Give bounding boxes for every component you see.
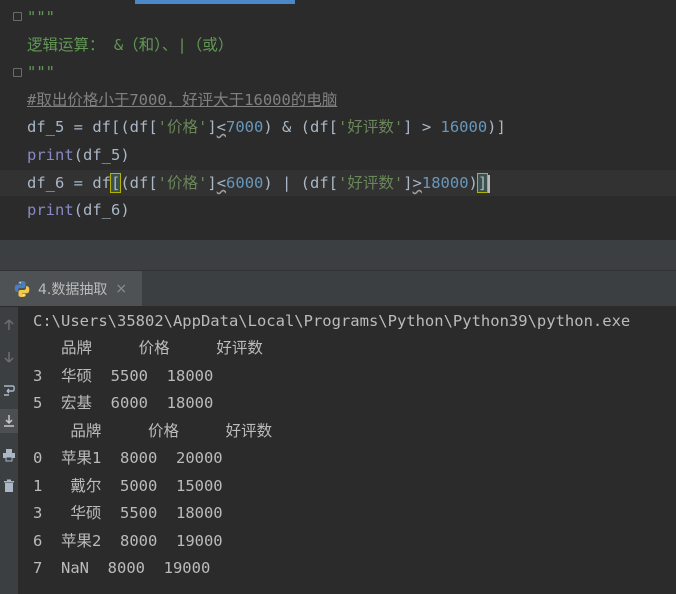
arrow-up-icon[interactable] bbox=[2, 318, 16, 332]
run-tab-label: 4.数据抽取 bbox=[38, 281, 108, 298]
code-token: )] bbox=[487, 118, 506, 136]
number-token: 6000 bbox=[226, 174, 264, 192]
active-tab-indicator bbox=[135, 0, 295, 4]
scroll-to-end-button[interactable] bbox=[0, 409, 18, 433]
docstring-text: 逻辑运算： &（和）、|（或） bbox=[27, 36, 234, 54]
print-icon[interactable] bbox=[2, 448, 16, 462]
code-line-3[interactable]: """ bbox=[27, 60, 55, 84]
console-line: 0 苹果1 8000 20000 bbox=[33, 449, 223, 467]
code-token: ) & (df[ bbox=[263, 118, 338, 136]
code-line-2[interactable]: 逻辑运算： &（和）、|（或） bbox=[27, 33, 233, 57]
string-token: '好评数' bbox=[338, 118, 404, 136]
console-line: C:\Users\35802\AppData\Local\Programs\Py… bbox=[33, 312, 631, 330]
builtin-token: print bbox=[27, 201, 74, 219]
console-line: 6 苹果2 8000 19000 bbox=[33, 532, 223, 550]
code-line-5[interactable]: df_5 = df[(df['价格']<7000) & (df['好评数'] >… bbox=[27, 115, 506, 139]
code-token: ] > bbox=[403, 118, 441, 136]
matched-bracket: [ bbox=[109, 173, 122, 193]
number-token: 16000 bbox=[440, 118, 488, 136]
code-token: ] bbox=[403, 174, 413, 192]
arrow-down-icon[interactable] bbox=[2, 350, 16, 364]
matched-bracket: ] bbox=[476, 173, 489, 193]
code-line-6[interactable]: print(df_5) bbox=[27, 143, 130, 167]
console-line: 品牌 价格 好评数 bbox=[33, 422, 273, 440]
close-icon[interactable]: × bbox=[115, 281, 127, 297]
code-editor[interactable]: """ 逻辑运算： &（和）、|（或） """ #取出价格小于7000，好评大于… bbox=[0, 0, 676, 241]
soft-wrap-icon[interactable] bbox=[2, 383, 16, 397]
operator-token: < bbox=[216, 118, 227, 136]
code-token: ) bbox=[468, 174, 478, 192]
python-icon bbox=[14, 280, 30, 297]
fold-marker-icon[interactable] bbox=[13, 12, 22, 21]
code-token: ] bbox=[207, 174, 217, 192]
docstring-close: """ bbox=[27, 63, 55, 81]
code-comment: #取出价格小于7000，好评大于16000的电脑 bbox=[27, 91, 338, 109]
code-token: (df_5) bbox=[73, 146, 130, 164]
console-line: 5 宏基 6000 18000 bbox=[33, 394, 214, 412]
operator-token: < bbox=[216, 174, 227, 192]
builtin-token: print bbox=[27, 146, 74, 164]
console-output[interactable]: C:\Users\35802\AppData\Local\Programs\Py… bbox=[18, 307, 676, 594]
run-toolbar bbox=[0, 307, 18, 594]
console-line: 3 华硕 5500 18000 bbox=[33, 504, 223, 522]
code-token: df_5 = df[(df[ bbox=[27, 118, 158, 136]
string-token: '好评数' bbox=[338, 174, 404, 192]
number-token: 18000 bbox=[421, 174, 469, 192]
code-line-8[interactable]: print(df_6) bbox=[27, 198, 130, 222]
run-tool-window-header: 4.数据抽取 × bbox=[0, 271, 676, 307]
operator-token: > bbox=[412, 174, 422, 192]
code-token: (df_6) bbox=[73, 201, 130, 219]
string-token: '价格' bbox=[157, 118, 208, 136]
code-token: ) | (df[ bbox=[263, 174, 339, 192]
code-token: ] bbox=[207, 118, 217, 136]
number-token: 7000 bbox=[226, 118, 264, 136]
console-line: 1 戴尔 5000 15000 bbox=[33, 477, 223, 495]
docstring-open: """ bbox=[27, 8, 55, 26]
fold-marker-icon[interactable] bbox=[13, 68, 22, 77]
string-token: '价格' bbox=[157, 174, 208, 192]
code-line-4[interactable]: #取出价格小于7000，好评大于16000的电脑 bbox=[27, 88, 337, 112]
text-cursor bbox=[488, 174, 491, 193]
panel-splitter[interactable] bbox=[0, 241, 676, 271]
trash-icon[interactable] bbox=[2, 479, 16, 493]
scroll-to-end-icon bbox=[4, 415, 14, 427]
code-token: df_6 = df bbox=[27, 174, 111, 192]
code-line-7[interactable]: df_6 = df[(df['价格']<6000) | (df['好评数']>1… bbox=[27, 171, 491, 195]
console-line: 7 NaN 8000 19000 bbox=[33, 559, 211, 577]
run-tab[interactable]: 4.数据抽取 × bbox=[0, 271, 142, 306]
code-token: (df[ bbox=[120, 174, 158, 192]
console-line: 3 华硕 5500 18000 bbox=[33, 367, 214, 385]
console-line: 品牌 价格 好评数 bbox=[33, 339, 263, 357]
code-line-1[interactable]: """ bbox=[27, 5, 55, 29]
